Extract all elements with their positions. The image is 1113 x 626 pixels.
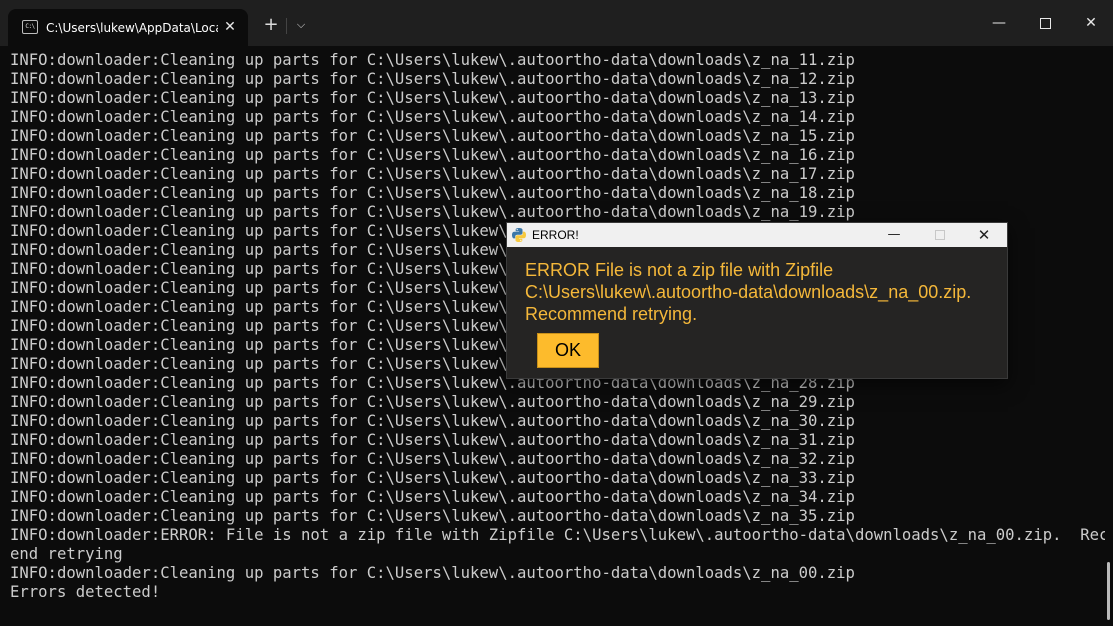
tab-separator [286,18,287,34]
chevron-down-icon[interactable]: ⌵ [290,14,312,36]
terminal-line: INFO:downloader:Cleaning up parts for C:… [10,70,855,88]
error-message-line: Recommend retrying. [525,304,698,324]
terminal-line: INFO:downloader:Cleaning up parts for C:… [10,488,855,506]
terminal-line: end retrying [10,545,123,563]
terminal-line: INFO:downloader:Cleaning up parts for C:… [10,51,855,69]
minimize-button[interactable]: — [976,4,1022,42]
terminal-line: INFO:downloader:Cleaning up parts for C:… [10,412,855,430]
dialog-minimize-button[interactable]: — [871,223,917,247]
terminal-line: INFO:downloader:ERROR: File is not a zip… [10,526,1105,544]
terminal-scrollbar[interactable] [1107,562,1110,620]
tab-title: C:\Users\lukew\AppData\Loca [46,21,218,35]
dialog-maximize-button [917,223,963,247]
error-dialog: ERROR! — ✕ ERROR File is not a zip file … [506,222,1008,379]
python-icon [512,228,526,242]
terminal-title-bar: C:\ C:\Users\lukew\AppData\Loca ✕ + ⌵ — … [0,0,1113,46]
terminal-line: INFO:downloader:Cleaning up parts for C:… [10,450,855,468]
terminal-line: INFO:downloader:Cleaning up parts for C:… [10,146,855,164]
close-window-button[interactable]: ✕ [1068,4,1113,42]
command-prompt-icon: C:\ [22,20,38,34]
new-tab-button[interactable]: + [260,14,282,36]
maximize-icon [1039,17,1051,29]
maximize-button[interactable] [1022,4,1068,42]
terminal-line: INFO:downloader:Cleaning up parts for C:… [10,564,855,582]
terminal-line: INFO:downloader:Cleaning up parts for C:… [10,184,855,202]
tab-close-icon[interactable]: ✕ [220,17,240,37]
terminal-line: INFO:downloader:Cleaning up parts for C:… [10,507,855,525]
terminal-line: INFO:downloader:Cleaning up parts for C:… [10,469,855,487]
dialog-close-button[interactable]: ✕ [961,223,1007,247]
tab-terminal[interactable]: C:\ C:\Users\lukew\AppData\Loca ✕ [8,9,248,46]
maximize-icon [935,229,945,240]
terminal-line: INFO:downloader:Cleaning up parts for C:… [10,165,855,183]
error-message-line: ERROR File is not a zip file with Zipfil… [525,260,834,280]
dialog-title-bar: ERROR! — ✕ [507,223,1007,247]
terminal-line: INFO:downloader:Cleaning up parts for C:… [10,108,855,126]
terminal-line: INFO:downloader:Cleaning up parts for C:… [10,393,855,411]
terminal-line: INFO:downloader:Cleaning up parts for C:… [10,89,855,107]
ok-button[interactable]: OK [537,333,599,368]
dialog-title: ERROR! [532,228,579,242]
error-message: ERROR File is not a zip file with Zipfil… [525,259,1000,325]
terminal-line: INFO:downloader:Cleaning up parts for C:… [10,127,855,145]
terminal-line: Errors detected! [10,583,161,601]
error-message-line: C:\Users\lukew\.autoortho-data\downloads… [525,282,972,302]
terminal-line: INFO:downloader:Cleaning up parts for C:… [10,203,855,221]
terminal-line: INFO:downloader:Cleaning up parts for C:… [10,431,855,449]
